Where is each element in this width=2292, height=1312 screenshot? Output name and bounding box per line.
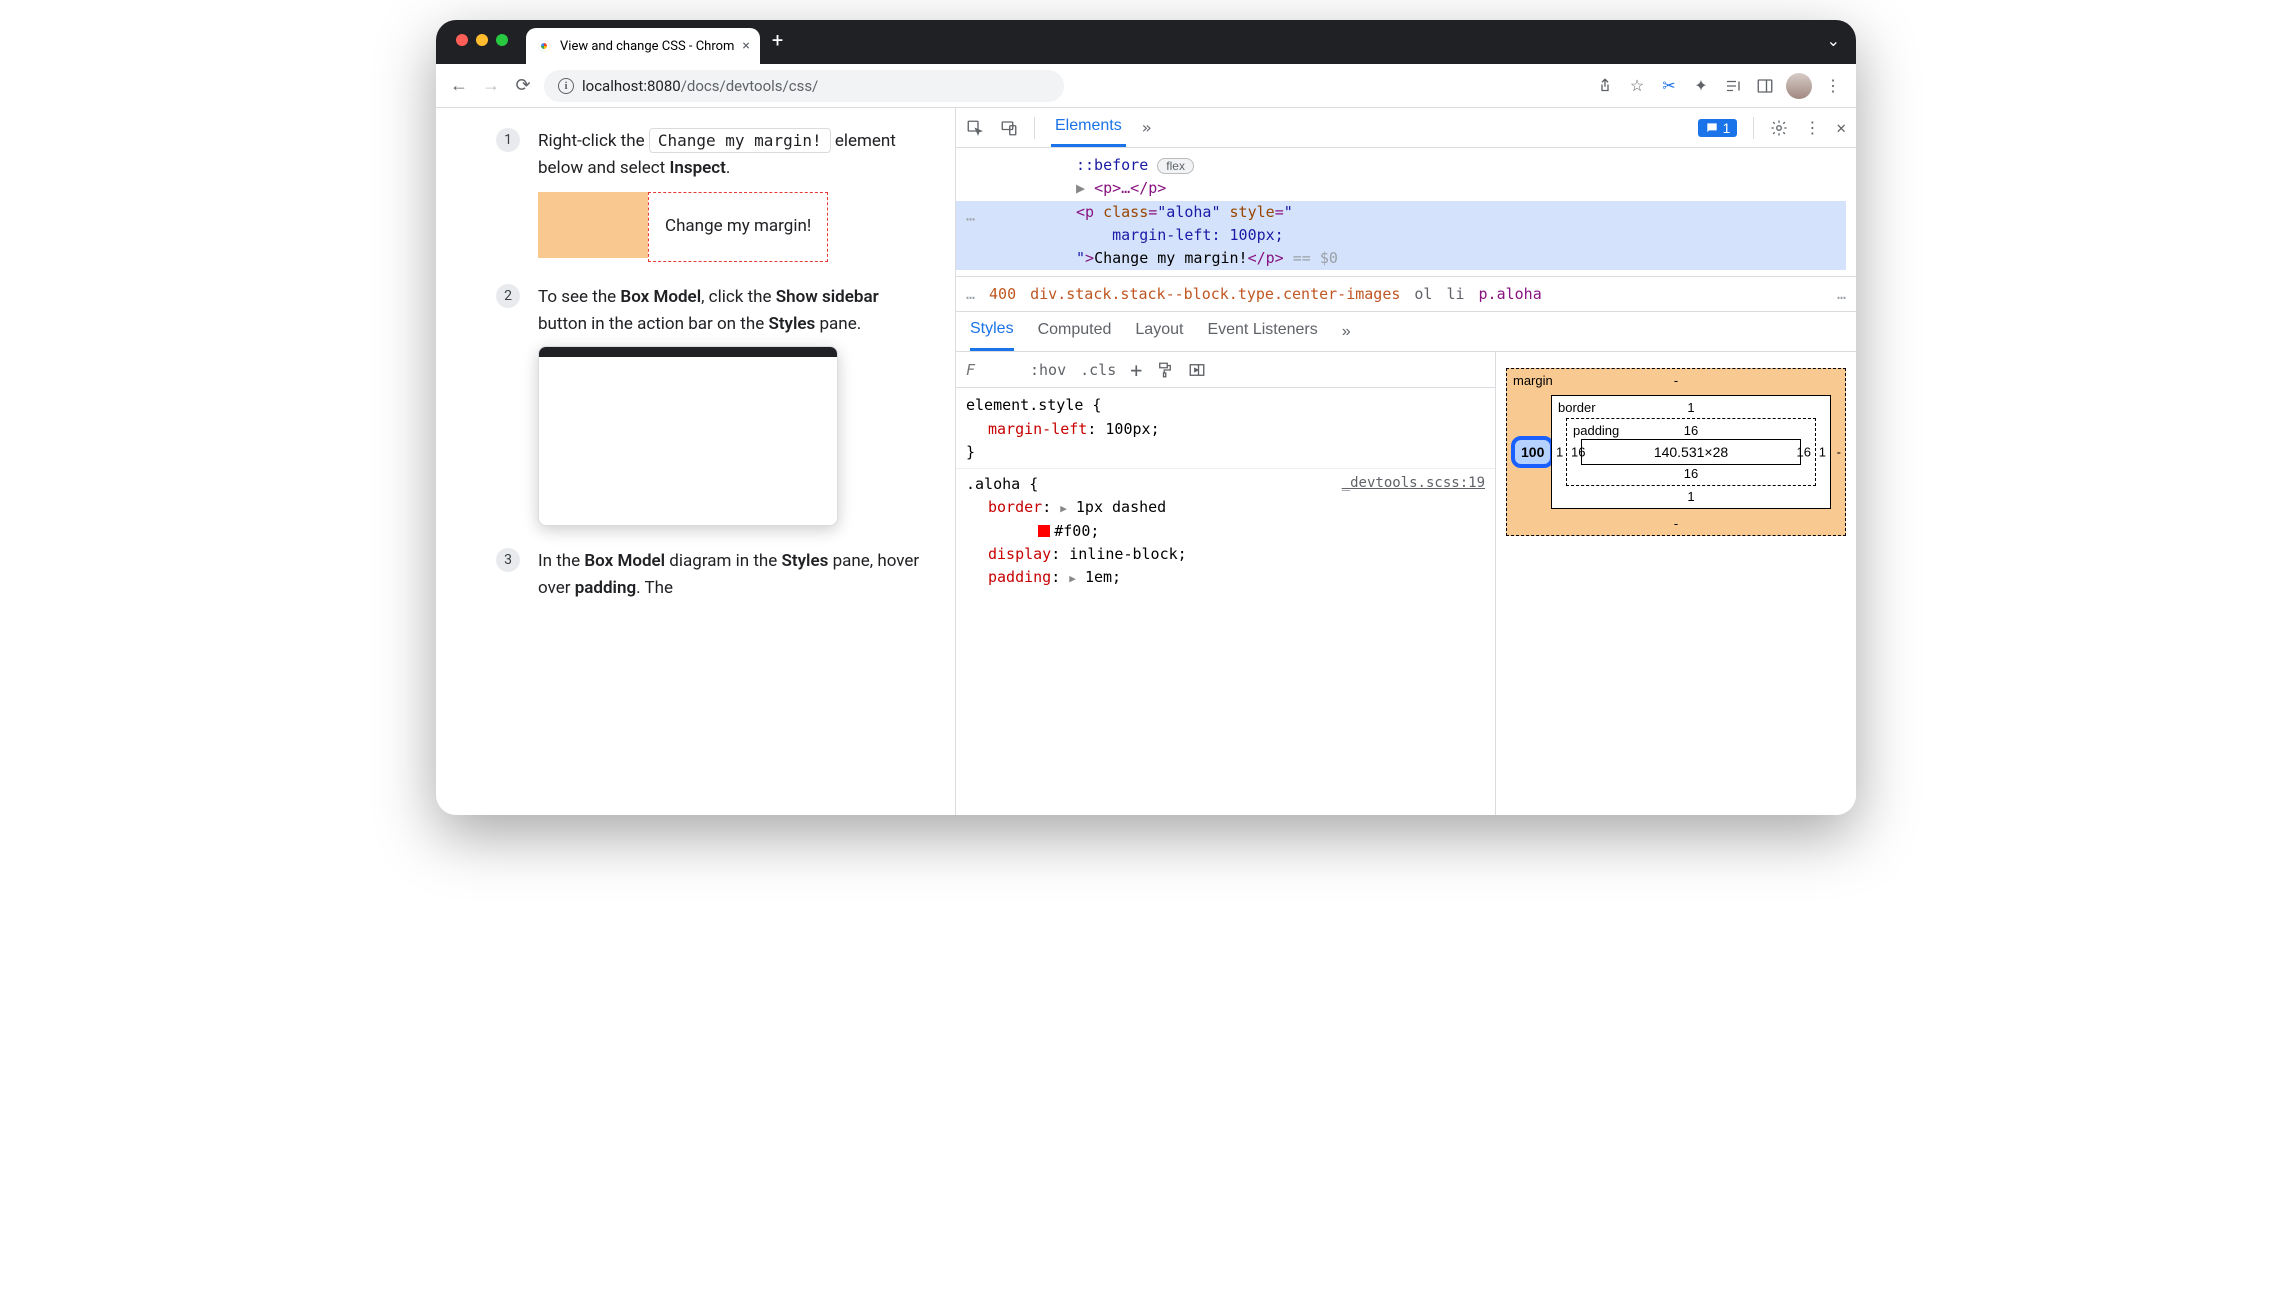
back-button[interactable]: ← (448, 75, 470, 96)
browser-tab[interactable]: View and change CSS - Chrom × (526, 28, 760, 64)
chrome-menu-icon[interactable]: ⋮ (1822, 76, 1844, 95)
window-titlebar: View and change CSS - Chrom × + ⌄ (436, 20, 1856, 64)
demo-element[interactable]: Change my margin! (648, 192, 828, 261)
share-icon[interactable] (1594, 76, 1616, 96)
filter-input[interactable] (966, 361, 1016, 379)
margin-label: margin (1513, 373, 1553, 388)
inline-code: Change my margin! (649, 128, 831, 153)
console-messages-badge[interactable]: 1 (1698, 119, 1738, 137)
step-number: 1 (496, 128, 520, 152)
color-swatch-icon[interactable] (1038, 525, 1050, 537)
docs-panel: 1 Right-click the Change my margin! elem… (436, 108, 956, 815)
paint-icon[interactable] (1156, 361, 1174, 380)
new-tab-button[interactable]: + (772, 28, 783, 52)
reading-list-icon[interactable] (1722, 76, 1744, 96)
step-3: 3 In the Box Model diagram in the Styles… (496, 548, 925, 602)
new-rule-icon[interactable]: + (1130, 358, 1142, 382)
styles-tabs: Styles Computed Layout Event Listeners » (956, 312, 1856, 352)
padding-label: padding (1573, 423, 1619, 438)
margin-left-value[interactable]: 100 (1511, 436, 1554, 468)
tab-elements[interactable]: Elements (1051, 109, 1126, 147)
tab-layout[interactable]: Layout (1135, 314, 1183, 349)
box-model-diagram[interactable]: margin - - - 100 border 1 1 1 1 padding … (1496, 352, 1856, 815)
more-tabs-icon[interactable]: » (1142, 118, 1152, 137)
tab-computed[interactable]: Computed (1038, 314, 1112, 349)
omnibox[interactable]: i localhost:8080/docs/devtools/css/ (544, 70, 1064, 102)
content-dimensions[interactable]: 140.531×28 (1581, 439, 1801, 465)
scissors-icon[interactable]: ✂ (1658, 76, 1680, 95)
step-2: 2 To see the Box Model, click the Show s… (496, 284, 925, 526)
url-text: localhost:8080/docs/devtools/css/ (582, 77, 818, 95)
traffic-lights (456, 34, 508, 46)
close-window-icon[interactable] (456, 34, 468, 46)
step-number: 2 (496, 284, 520, 308)
site-info-icon[interactable]: i (558, 78, 574, 94)
show-sidebar-icon[interactable] (1188, 361, 1206, 380)
cls-toggle[interactable]: .cls (1080, 361, 1116, 379)
device-toggle-icon[interactable] (1000, 118, 1018, 138)
tabs-dropdown-icon[interactable]: ⌄ (1827, 31, 1840, 50)
source-link[interactable]: _devtools.scss:19 (1342, 473, 1485, 495)
forward-button[interactable]: → (480, 75, 502, 96)
close-tab-icon[interactable]: × (742, 38, 749, 54)
border-label: border (1558, 400, 1596, 415)
bookmark-icon[interactable]: ☆ (1626, 76, 1648, 95)
step-1: 1 Right-click the Change my margin! elem… (496, 128, 925, 262)
tab-event-listeners[interactable]: Event Listeners (1207, 314, 1317, 349)
ellipsis-icon[interactable]: ⋯ (966, 208, 977, 231)
devtools-toolbar: Elements » 1 ⋮ ✕ (956, 108, 1856, 148)
dom-tree[interactable]: ⋯ ::before flex ▶ <p>…</p> <p class="alo… (956, 148, 1856, 276)
margin-highlight (538, 192, 648, 258)
settings-icon[interactable] (1770, 118, 1788, 138)
profile-avatar[interactable] (1786, 73, 1812, 99)
css-rules[interactable]: element.style { margin-left: 100px; } .a… (956, 388, 1495, 595)
screenshot-thumbnail (538, 346, 838, 526)
styles-rules-panel: :hov .cls + element.style { margin-left:… (956, 352, 1496, 815)
more-tabs-icon[interactable]: » (1342, 323, 1351, 341)
styles-filter-bar: :hov .cls + (956, 352, 1495, 388)
devtools-menu-icon[interactable]: ⋮ (1804, 118, 1820, 137)
extensions-icon[interactable]: ✦ (1690, 76, 1712, 95)
side-panel-icon[interactable] (1754, 76, 1776, 96)
reload-button[interactable]: ⟳ (512, 75, 534, 96)
close-devtools-icon[interactable]: ✕ (1836, 118, 1846, 137)
browser-toolbar: ← → ⟳ i localhost:8080/docs/devtools/css… (436, 64, 1856, 108)
chrome-favicon-icon (536, 38, 552, 54)
devtools-panel: Elements » 1 ⋮ ✕ ⋯ ::before flex ▶ <p>…<… (956, 108, 1856, 815)
step-number: 3 (496, 548, 520, 572)
flex-badge[interactable]: flex (1157, 158, 1194, 174)
inspect-icon[interactable] (966, 118, 984, 138)
minimize-window-icon[interactable] (476, 34, 488, 46)
tab-title: View and change CSS - Chrom (560, 39, 734, 54)
breadcrumb[interactable]: … 400 div.stack.stack--block.type.center… (956, 276, 1856, 312)
hov-toggle[interactable]: :hov (1030, 361, 1066, 379)
tab-styles[interactable]: Styles (970, 313, 1014, 351)
maximize-window-icon[interactable] (496, 34, 508, 46)
